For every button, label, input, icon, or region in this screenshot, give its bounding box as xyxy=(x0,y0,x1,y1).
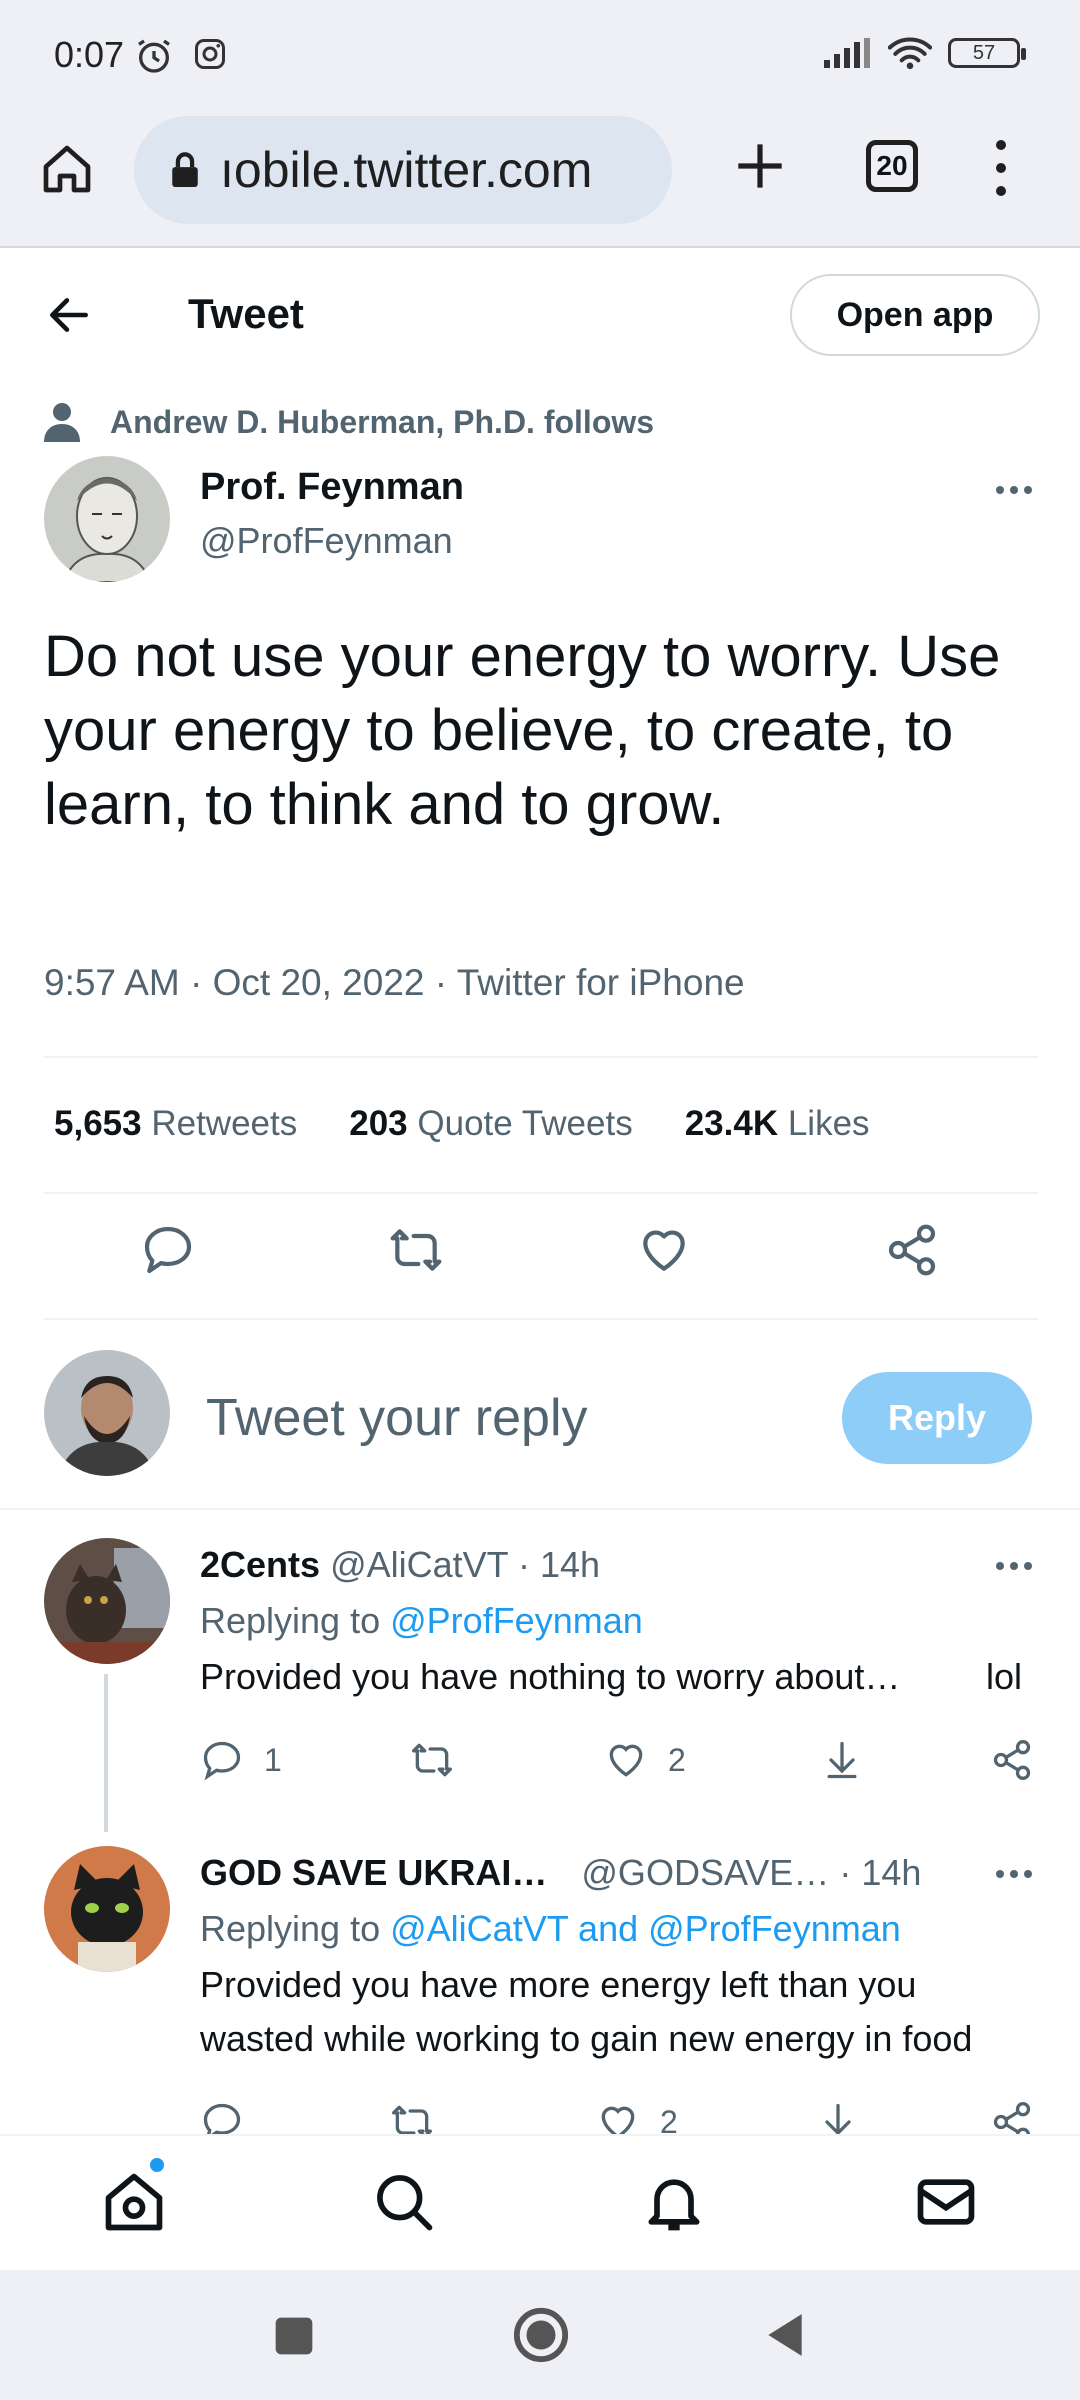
share-icon[interactable] xyxy=(884,1222,940,1278)
reply-avatar-cat[interactable] xyxy=(44,1538,170,1664)
signal-icon xyxy=(824,38,870,68)
reply-text: Provided you have nothing to worry about… xyxy=(200,1656,901,1697)
reply-time[interactable]: · 14h xyxy=(518,1544,600,1585)
divider xyxy=(44,1318,1038,1320)
replying-to-label: Replying to xyxy=(200,1908,381,1949)
downvote-arrow-icon xyxy=(827,1741,857,1779)
tweet-header: Tweet Open app xyxy=(0,250,1080,380)
reply-actions: 1 2 xyxy=(200,1738,1040,1798)
reply-author-name[interactable]: 2Cents xyxy=(200,1544,320,1585)
back-arrow-icon[interactable] xyxy=(44,290,94,340)
divider xyxy=(44,1056,1038,1058)
author-name[interactable]: Prof. Feynman xyxy=(200,466,464,509)
messages-envelope-icon[interactable] xyxy=(912,2168,980,2236)
reply-avatar-black-cat[interactable] xyxy=(44,1846,170,1972)
search-nav-icon[interactable] xyxy=(370,2168,438,2236)
alarm-icon xyxy=(138,39,170,73)
tweet-text: Do not use your energy to worry. Use you… xyxy=(44,624,1001,837)
like-icon xyxy=(609,1744,643,1777)
person-icon xyxy=(44,403,80,442)
notification-dot xyxy=(150,2158,164,2172)
retweets-stat[interactable]: 5,653 Retweets xyxy=(54,1104,297,1144)
reply-text-line-1: Provided you have more energy left than … xyxy=(200,1964,917,2005)
browser-menu-button[interactable] xyxy=(986,140,1016,196)
share-icon xyxy=(993,1740,1031,1780)
replying-to-link[interactable]: @AliCatVT and @ProfFeynman xyxy=(390,1908,901,1949)
reply-time[interactable]: · 14h xyxy=(839,1852,921,1893)
tweet-more-button[interactable] xyxy=(996,486,1032,494)
user-avatar[interactable] xyxy=(44,1350,170,1476)
reply-reply-action[interactable]: 1 xyxy=(200,1738,282,1782)
reply-icon xyxy=(203,1741,241,1781)
divider xyxy=(44,1192,1038,1194)
replying-to-label: Replying to xyxy=(200,1600,381,1641)
status-bar: 0:07 57 xyxy=(0,0,1080,100)
browser-toolbar: ıobile.twitter.com 20 xyxy=(0,100,1080,248)
page-title: Tweet xyxy=(188,290,304,337)
home-nav-icon[interactable] xyxy=(100,2168,168,2236)
notifications-bell-icon[interactable] xyxy=(640,2168,708,2236)
tweet-actions xyxy=(0,1220,1080,1300)
home-circle-icon[interactable] xyxy=(512,2306,570,2364)
divider xyxy=(0,1508,1080,1510)
reply-author-handle[interactable]: @GODSAVE… xyxy=(581,1852,829,1893)
like-icon[interactable] xyxy=(636,1222,692,1278)
new-tab-button[interactable] xyxy=(728,134,792,198)
reply-button[interactable]: Reply xyxy=(842,1372,1032,1464)
replying-to-link[interactable]: @ProfFeynman xyxy=(390,1600,643,1641)
home-icon xyxy=(43,145,91,193)
user-photo-image xyxy=(44,1350,170,1476)
author-avatar[interactable] xyxy=(44,456,170,582)
back-triangle-icon[interactable] xyxy=(762,2310,808,2360)
retweet-icon[interactable] xyxy=(388,1222,444,1278)
author-handle[interactable]: @ProfFeynman xyxy=(200,520,453,562)
like-count: 2 xyxy=(668,1741,686,1778)
black-cat-image xyxy=(44,1846,170,1972)
cat-photo-image xyxy=(44,1538,170,1664)
tweet-stats: 5,653 Retweets 203 Quote Tweets 23.4K Li… xyxy=(54,1104,870,1144)
battery-indicator: 57 xyxy=(948,38,1026,68)
social-context[interactable]: Andrew D. Huberman, Ph.D. follows xyxy=(44,402,654,442)
reply-text-line-2: wasted while working to gain new energy … xyxy=(200,2018,973,2059)
home-button[interactable] xyxy=(36,138,98,200)
reply-icon[interactable] xyxy=(140,1222,196,1278)
retweet-icon xyxy=(412,1743,452,1777)
reply-more-button[interactable] xyxy=(996,1870,1032,1878)
thread-line xyxy=(104,1674,108,1832)
open-app-button[interactable]: Open app xyxy=(790,274,1040,356)
reply-downvote-action[interactable] xyxy=(820,1738,864,1782)
feynman-portrait-image xyxy=(44,456,170,582)
lock-icon xyxy=(172,152,198,187)
likes-stat[interactable]: 23.4K Likes xyxy=(685,1104,870,1144)
reply-author-handle[interactable]: @AliCatVT xyxy=(330,1544,508,1585)
reply-like-action[interactable]: 2 xyxy=(604,1738,686,1782)
bottom-navigation xyxy=(0,2134,1080,2270)
social-context-text: Andrew D. Huberman, Ph.D. follows xyxy=(110,403,655,440)
reply-author-name[interactable]: GOD SAVE UKRAI… xyxy=(200,1852,547,1893)
reply-share-action[interactable] xyxy=(990,1738,1034,1782)
reply-retweet-action[interactable] xyxy=(410,1738,454,1782)
instagram-icon xyxy=(195,39,225,69)
url-text: ıobile.twitter.com xyxy=(220,142,593,198)
tweet-timestamp[interactable]: 9:57 AM · Oct 20, 2022 · Twitter for iPh… xyxy=(44,962,745,1004)
reply-count: 1 xyxy=(264,1741,282,1778)
plus-icon xyxy=(738,144,782,188)
reply-more-button[interactable] xyxy=(996,1562,1032,1570)
wifi-icon xyxy=(888,37,932,70)
tab-switcher-button[interactable]: 20 xyxy=(866,140,918,192)
recents-square-icon[interactable] xyxy=(272,2314,316,2358)
quote-tweets-stat[interactable]: 203 Quote Tweets xyxy=(349,1104,632,1144)
system-navigation-bar xyxy=(0,2270,1080,2400)
reply-input[interactable]: Tweet your reply xyxy=(206,1388,588,1448)
reply-text-end: lol xyxy=(986,1656,1023,1697)
status-time: 0:07 xyxy=(54,34,125,75)
address-bar[interactable]: ıobile.twitter.com xyxy=(134,116,672,224)
